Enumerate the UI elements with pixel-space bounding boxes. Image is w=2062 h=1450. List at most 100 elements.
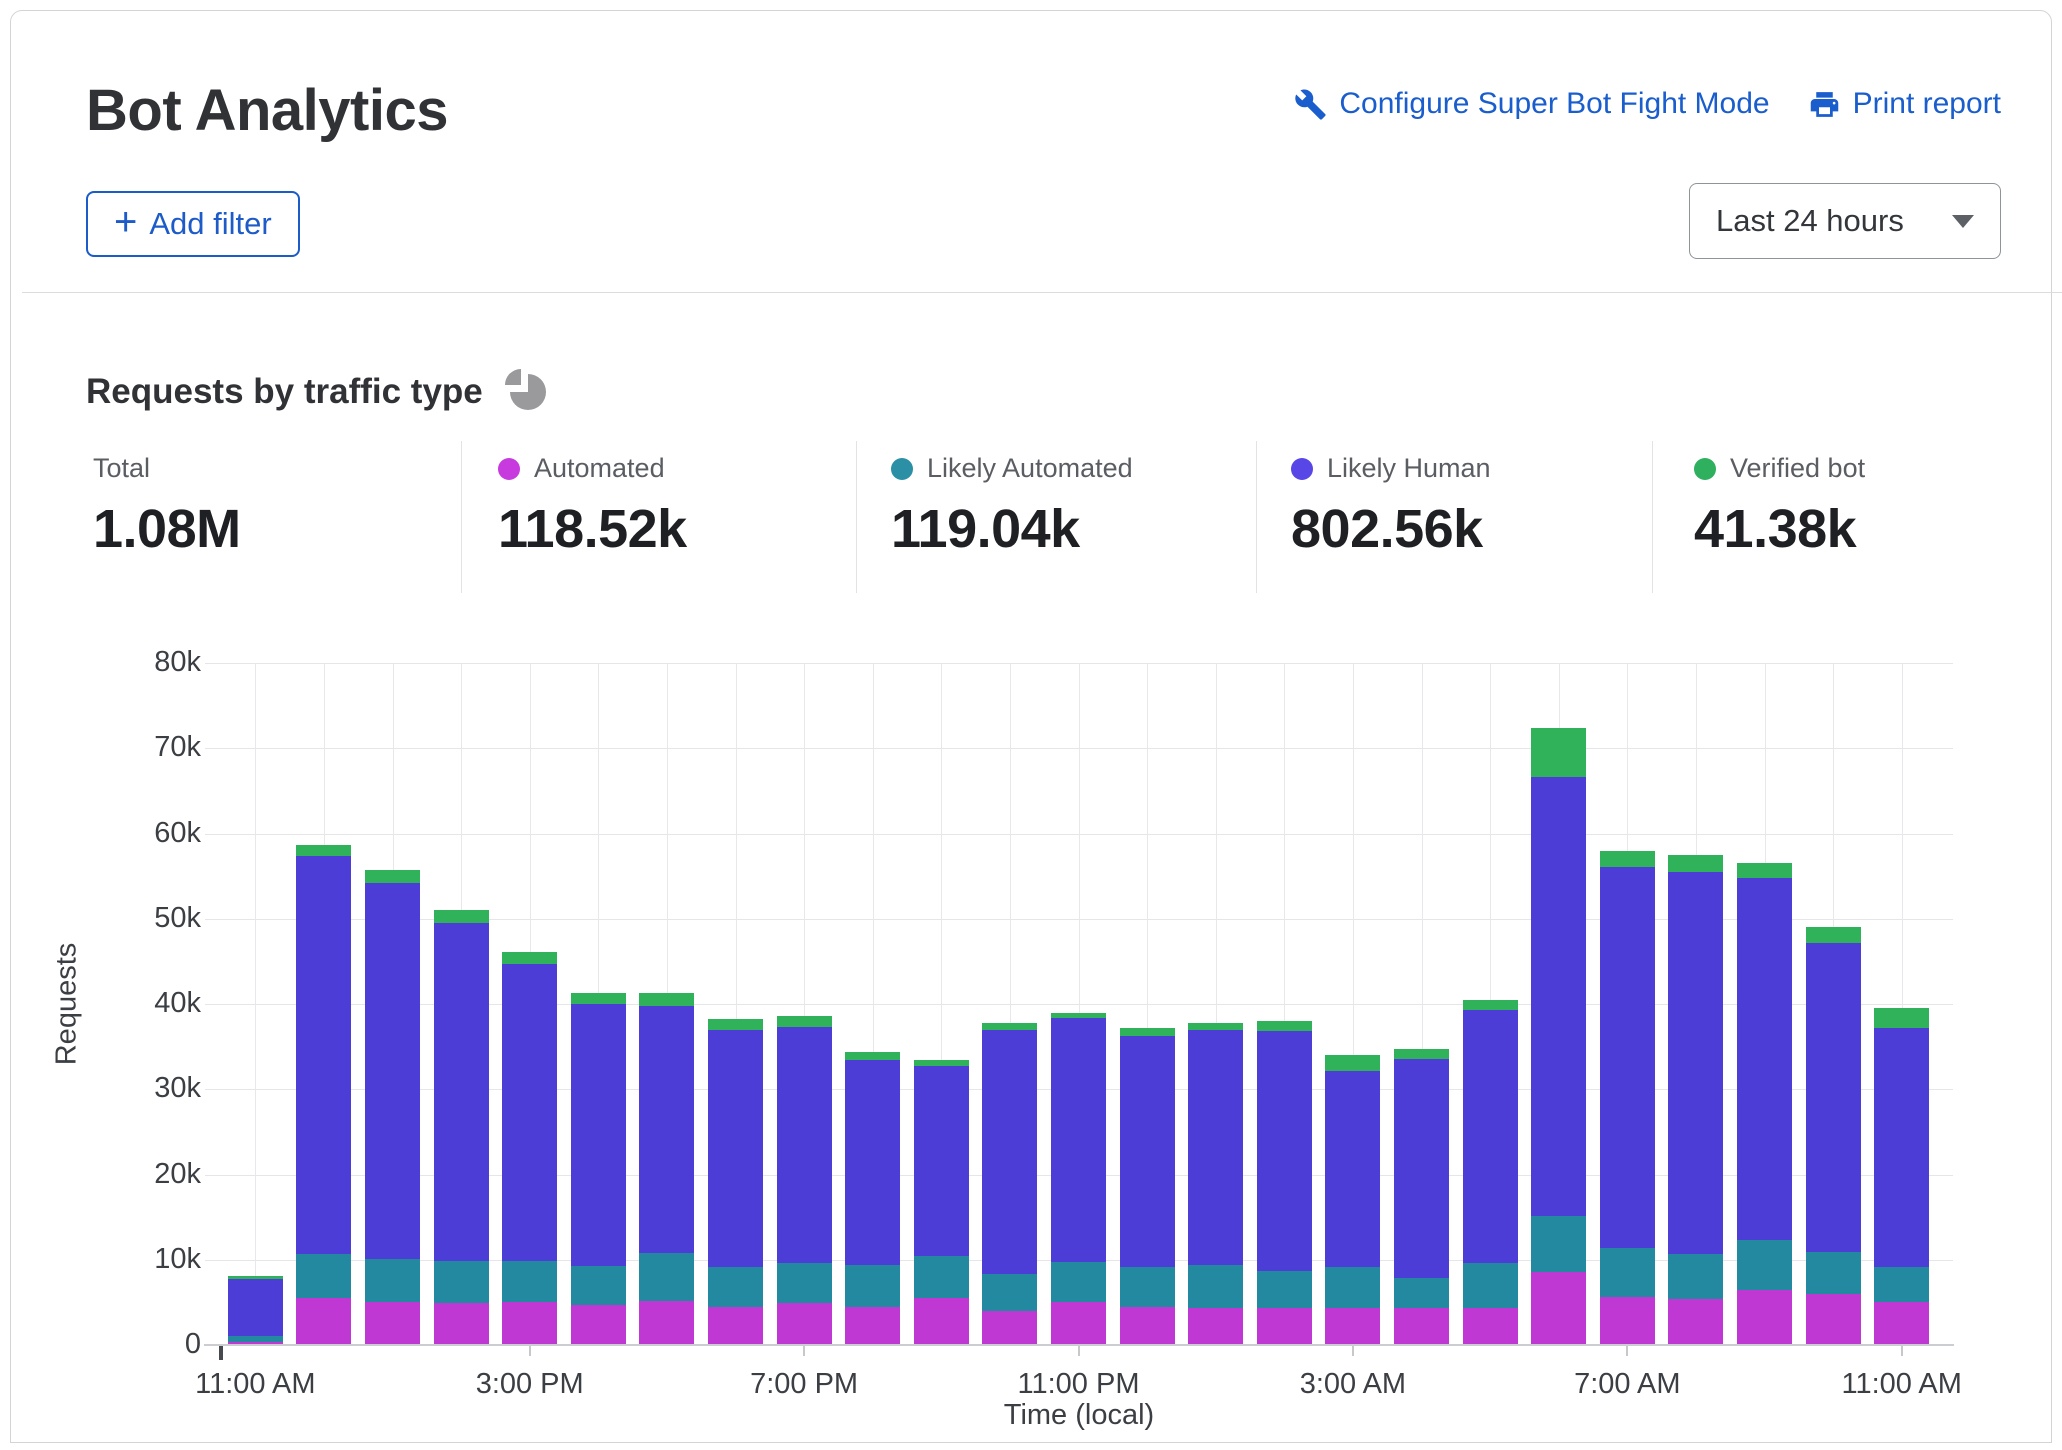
bar-segment-verified-bot[interactable]	[365, 870, 420, 883]
bar-segment-verified-bot[interactable]	[296, 845, 351, 855]
bar-segment-verified-bot[interactable]	[1874, 1008, 1929, 1028]
bar-segment-verified-bot[interactable]	[1531, 728, 1586, 777]
bar-segment-automated[interactable]	[1668, 1299, 1723, 1345]
bar-segment-likely-human[interactable]	[1120, 1036, 1175, 1268]
bar-segment-verified-bot[interactable]	[639, 993, 694, 1006]
bar-segment-likely-human[interactable]	[296, 856, 351, 1254]
bar-segment-verified-bot[interactable]	[502, 952, 557, 964]
bar-segment-likely-automated[interactable]	[1874, 1267, 1929, 1302]
bar-segment-verified-bot[interactable]	[777, 1016, 832, 1027]
bar-segment-likely-human[interactable]	[1668, 872, 1723, 1254]
bar-segment-likely-human[interactable]	[1394, 1059, 1449, 1277]
bar-segment-likely-human[interactable]	[1188, 1030, 1243, 1265]
bar-segment-likely-automated[interactable]	[1120, 1267, 1175, 1306]
bar-segment-automated[interactable]	[228, 1342, 283, 1345]
bar-segment-verified-bot[interactable]	[1463, 1000, 1518, 1010]
bar-segment-automated[interactable]	[1531, 1272, 1586, 1345]
add-filter-button[interactable]: + Add filter	[86, 191, 300, 257]
bar-segment-likely-automated[interactable]	[228, 1336, 283, 1342]
bar-segment-automated[interactable]	[1257, 1308, 1312, 1346]
bar-segment-automated[interactable]	[777, 1303, 832, 1345]
bar-segment-verified-bot[interactable]	[1600, 851, 1655, 867]
bar-segment-likely-human[interactable]	[365, 883, 420, 1259]
bar-segment-verified-bot[interactable]	[228, 1276, 283, 1279]
bar-segment-verified-bot[interactable]	[434, 910, 489, 923]
bar-segment-likely-automated[interactable]	[1531, 1216, 1586, 1271]
stat-likely-human[interactable]: Likely Human 802.56k	[1291, 453, 1491, 560]
bar-segment-automated[interactable]	[296, 1298, 351, 1345]
stat-likely-automated[interactable]: Likely Automated 119.04k	[891, 453, 1133, 560]
bar-segment-automated[interactable]	[571, 1305, 626, 1345]
bar-segment-automated[interactable]	[1806, 1294, 1861, 1345]
bar-segment-verified-bot[interactable]	[1257, 1021, 1312, 1031]
stat-automated[interactable]: Automated 118.52k	[498, 453, 687, 560]
bar-segment-automated[interactable]	[845, 1307, 900, 1345]
bar-segment-verified-bot[interactable]	[571, 993, 626, 1004]
bar-segment-verified-bot[interactable]	[914, 1060, 969, 1066]
bar-segment-likely-automated[interactable]	[777, 1263, 832, 1303]
configure-super-bot-fight-mode-link[interactable]: Configure Super Bot Fight Mode	[1294, 87, 1769, 121]
bar-segment-automated[interactable]	[434, 1303, 489, 1345]
bar-segment-likely-human[interactable]	[1874, 1028, 1929, 1268]
bar-segment-likely-human[interactable]	[914, 1066, 969, 1255]
bar-segment-likely-automated[interactable]	[1463, 1263, 1518, 1308]
bar-segment-likely-human[interactable]	[708, 1030, 763, 1268]
bar-segment-likely-automated[interactable]	[1668, 1254, 1723, 1299]
bar-segment-likely-automated[interactable]	[1051, 1262, 1106, 1302]
bar-segment-likely-human[interactable]	[639, 1006, 694, 1253]
print-report-link[interactable]: Print report	[1808, 87, 2001, 121]
bar-segment-verified-bot[interactable]	[1394, 1049, 1449, 1059]
bar-segment-verified-bot[interactable]	[1806, 927, 1861, 942]
bar-segment-likely-human[interactable]	[777, 1027, 832, 1263]
bar-segment-verified-bot[interactable]	[1188, 1023, 1243, 1030]
bar-segment-automated[interactable]	[1120, 1307, 1175, 1345]
bar-segment-likely-automated[interactable]	[639, 1253, 694, 1301]
bar-segment-likely-human[interactable]	[1325, 1071, 1380, 1267]
bar-segment-automated[interactable]	[982, 1311, 1037, 1345]
bar-segment-likely-automated[interactable]	[1394, 1278, 1449, 1309]
bar-segment-likely-human[interactable]	[434, 923, 489, 1261]
bar-segment-likely-automated[interactable]	[1257, 1271, 1312, 1308]
bar-segment-likely-human[interactable]	[1600, 867, 1655, 1248]
bar-segment-verified-bot[interactable]	[708, 1019, 763, 1030]
bar-segment-automated[interactable]	[1325, 1308, 1380, 1346]
bar-segment-verified-bot[interactable]	[1120, 1028, 1175, 1036]
bar-segment-likely-human[interactable]	[502, 964, 557, 1262]
bar-segment-likely-human[interactable]	[1531, 777, 1586, 1216]
time-range-select[interactable]: Last 24 hours	[1689, 183, 2001, 259]
bar-segment-likely-human[interactable]	[982, 1030, 1037, 1274]
bar-segment-verified-bot[interactable]	[1737, 863, 1792, 877]
bar-segment-verified-bot[interactable]	[845, 1052, 900, 1061]
bar-segment-likely-automated[interactable]	[365, 1259, 420, 1302]
bar-segment-likely-automated[interactable]	[571, 1266, 626, 1305]
bar-segment-likely-automated[interactable]	[845, 1265, 900, 1307]
bar-segment-likely-automated[interactable]	[296, 1254, 351, 1298]
bar-segment-automated[interactable]	[1188, 1308, 1243, 1346]
bar-segment-automated[interactable]	[914, 1298, 969, 1345]
bar-segment-likely-human[interactable]	[228, 1279, 283, 1336]
bar-segment-likely-automated[interactable]	[502, 1261, 557, 1302]
bar-segment-likely-automated[interactable]	[434, 1261, 489, 1304]
bar-segment-automated[interactable]	[1737, 1290, 1792, 1345]
bar-segment-verified-bot[interactable]	[1325, 1055, 1380, 1071]
bar-segment-automated[interactable]	[1051, 1302, 1106, 1345]
stat-verified-bot[interactable]: Verified bot 41.38k	[1694, 453, 1865, 560]
bar-segment-likely-human[interactable]	[1051, 1018, 1106, 1263]
bar-segment-likely-human[interactable]	[1463, 1010, 1518, 1263]
bar-segment-automated[interactable]	[502, 1302, 557, 1345]
bar-segment-likely-automated[interactable]	[914, 1256, 969, 1299]
bar-segment-automated[interactable]	[708, 1307, 763, 1345]
bar-segment-likely-human[interactable]	[1737, 878, 1792, 1240]
bar-segment-automated[interactable]	[1600, 1297, 1655, 1345]
bar-segment-likely-automated[interactable]	[708, 1267, 763, 1306]
bar-segment-likely-automated[interactable]	[1325, 1267, 1380, 1307]
bar-segment-likely-automated[interactable]	[982, 1274, 1037, 1311]
bar-segment-verified-bot[interactable]	[1051, 1013, 1106, 1018]
bar-segment-likely-automated[interactable]	[1600, 1248, 1655, 1297]
bar-segment-likely-automated[interactable]	[1188, 1265, 1243, 1308]
bar-segment-likely-human[interactable]	[845, 1060, 900, 1265]
bar-segment-automated[interactable]	[1394, 1308, 1449, 1345]
bar-segment-likely-human[interactable]	[1806, 943, 1861, 1252]
bar-segment-likely-human[interactable]	[1257, 1031, 1312, 1271]
bar-segment-likely-automated[interactable]	[1737, 1240, 1792, 1290]
